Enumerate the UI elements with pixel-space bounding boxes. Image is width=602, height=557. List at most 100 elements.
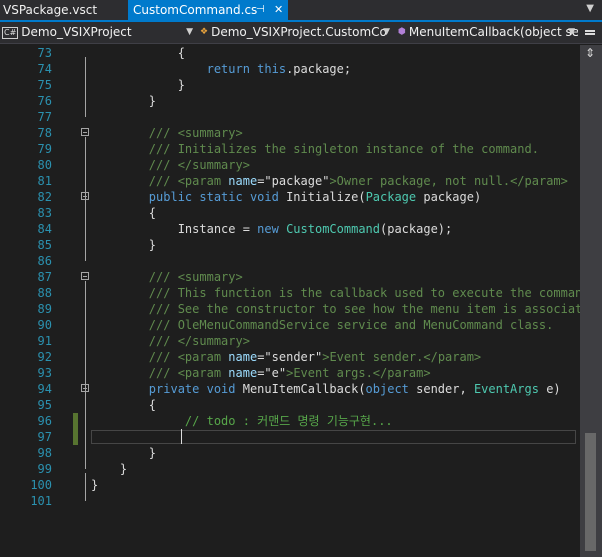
line-number: 86 — [37, 254, 52, 268]
code-token: <summary> — [177, 126, 243, 140]
collapse-icon[interactable] — [81, 272, 89, 280]
code-token: (package); — [380, 222, 453, 236]
member-dropdown[interactable]: ⬢MenuItemCallback(object sender ▼ — [398, 23, 578, 42]
code-line[interactable]: 74 return this.package; — [0, 61, 580, 77]
line-number: 78 — [37, 126, 52, 140]
code-line[interactable]: 100} — [0, 477, 580, 493]
method-icon: ⬢ — [398, 27, 406, 37]
code-line[interactable]: 78 /// <summary> — [0, 125, 580, 141]
line-number: 99 — [37, 462, 52, 476]
chevron-down-icon[interactable]: ▼ — [586, 3, 594, 14]
code-token: <param — [177, 174, 229, 188]
line-number: 79 — [37, 142, 52, 156]
code-line[interactable]: 91 /// </summary> — [0, 333, 580, 349]
code-token: >Event args.</param> — [286, 366, 431, 380]
split-window-icon[interactable] — [584, 25, 596, 39]
code-line[interactable]: 85 } — [0, 237, 580, 253]
code-text: /// <param name="sender">Event sender.</… — [91, 349, 481, 365]
line-number: 81 — [37, 174, 52, 188]
code-token: return — [91, 62, 258, 76]
tab-customcommand-cs[interactable]: CustomCommand.cs ⊣ ✕ — [128, 0, 288, 20]
code-line[interactable]: 101 — [0, 493, 580, 509]
code-line[interactable]: 88 /// This function is the callback use… — [0, 285, 580, 301]
tab-vspackage-vsct[interactable]: VSPackage.vsct — [0, 0, 128, 20]
code-line[interactable]: 96 // todo : 커맨드 명령 기능구현... — [0, 413, 580, 429]
code-line[interactable]: 76 } — [0, 93, 580, 109]
code-token: { — [91, 398, 157, 412]
code-line[interactable]: 79 /// Initializes the singleton instanc… — [0, 141, 580, 157]
code-text: { — [91, 45, 185, 61]
member-dropdown-value: MenuItemCallback(object sender — [408, 25, 578, 39]
line-number: 76 — [37, 94, 52, 108]
code-text: /// </summary> — [91, 157, 250, 173]
collapse-icon[interactable] — [81, 128, 89, 136]
code-line[interactable]: 77 — [0, 109, 580, 125]
line-number: 91 — [37, 334, 52, 348]
code-token: } — [91, 78, 185, 92]
code-line[interactable]: 90 /// OleMenuCommandService service and… — [0, 317, 580, 333]
code-token: /// — [91, 334, 178, 348]
code-line[interactable]: 98 } — [0, 445, 580, 461]
code-token: } — [91, 446, 157, 460]
code-line[interactable]: 93 /// <param name="e">Event args.</para… — [0, 365, 580, 381]
line-number: 73 — [37, 46, 52, 60]
code-line[interactable]: 84 Instance = new CustomCommand(package)… — [0, 221, 580, 237]
code-line[interactable]: 73 { — [0, 45, 580, 61]
code-text: /// <param name="package">Owner package,… — [91, 173, 568, 189]
code-line[interactable]: 89 /// See the constructor to see how th… — [0, 301, 580, 317]
code-text: { — [91, 397, 156, 413]
line-number: 83 — [37, 206, 52, 220]
line-number: 100 — [30, 478, 52, 492]
navigation-bar: C# Demo_VSIXProject ▼ ❖ Demo_VSIXProject.C… — [0, 22, 602, 44]
scrollbar-thumb[interactable] — [585, 433, 596, 551]
code-line[interactable]: 86 — [0, 253, 580, 269]
code-text: } — [91, 77, 185, 93]
line-number: 95 — [37, 398, 52, 412]
code-line[interactable]: 75 } — [0, 77, 580, 93]
code-token: sender, — [408, 382, 474, 396]
code-token: CustomCommand — [286, 222, 380, 236]
class-icon: ❖ — [200, 27, 209, 37]
code-token: >Event sender.</param> — [322, 350, 482, 364]
code-line[interactable]: 94 private void MenuItemCallback(object … — [0, 381, 580, 397]
code-token: /// This function is the callback used t… — [91, 286, 580, 300]
change-indicator — [73, 413, 78, 429]
code-line[interactable]: 83 { — [0, 205, 580, 221]
code-text: } — [91, 237, 156, 253]
chevron-down-icon: ▼ — [186, 27, 193, 37]
line-number: 90 — [37, 318, 52, 332]
code-text: /// <param name="e">Event args.</param> — [91, 365, 431, 381]
project-dropdown[interactable]: C# Demo_VSIXProject ▼ — [2, 23, 196, 42]
line-number: 98 — [37, 446, 52, 460]
code-token: { — [91, 206, 157, 220]
code-line[interactable]: 99 } — [0, 461, 580, 477]
code-text: private void MenuItemCallback(object sen… — [91, 381, 561, 397]
vertical-scrollbar[interactable] — [580, 45, 602, 557]
code-token: </summary> — [177, 334, 250, 348]
code-line[interactable]: 87 /// <summary> — [0, 269, 580, 285]
code-text: } — [91, 93, 156, 109]
line-number: 94 — [37, 382, 52, 396]
tab-label: VSPackage.vsct — [3, 3, 98, 17]
code-token: "e" — [264, 366, 287, 380]
close-icon[interactable]: ✕ — [274, 0, 283, 20]
code-line[interactable]: 92 /// <param name="sender">Event sender… — [0, 349, 580, 365]
class-dropdown[interactable]: ❖ Demo_VSIXProject.CustomCo ▼ — [200, 23, 393, 42]
code-text: public static void Initialize(Package pa… — [91, 189, 481, 205]
code-token: new — [257, 222, 287, 236]
code-editor[interactable]: 73 {74 return this.package; 75 } 76 } 77 78 … — [0, 45, 580, 557]
code-line[interactable]: 80 /// </summary> — [0, 157, 580, 173]
code-line[interactable]: 82 public static void Initialize(Package… — [0, 189, 580, 205]
change-indicator — [73, 429, 78, 445]
splitter-icon[interactable] — [585, 46, 596, 62]
current-line-highlight — [91, 430, 576, 444]
code-token: public static void — [91, 190, 287, 204]
code-text: /// OleMenuCommandService service and Me… — [91, 317, 554, 333]
code-token: } — [91, 478, 99, 492]
code-token: this — [257, 62, 287, 76]
code-line[interactable]: 81 /// <param name="package">Owner packa… — [0, 173, 580, 189]
code-text: /// <summary> — [91, 125, 243, 141]
code-line[interactable]: 97 — [0, 429, 580, 445]
pin-icon[interactable]: ⊣ — [256, 0, 265, 20]
code-line[interactable]: 95 { — [0, 397, 580, 413]
